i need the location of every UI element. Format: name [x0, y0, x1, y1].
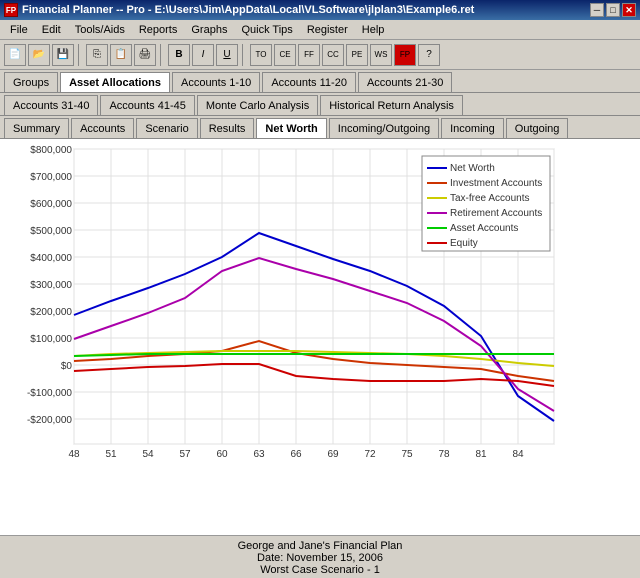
- svg-text:$800,000: $800,000: [30, 145, 72, 156]
- tab-accounts[interactable]: Accounts: [71, 118, 134, 138]
- tb-copy[interactable]: ⎘: [86, 44, 108, 66]
- tb-t3[interactable]: FF: [298, 44, 320, 66]
- tab-accounts-1-10[interactable]: Accounts 1-10: [172, 72, 260, 92]
- svg-text:$600,000: $600,000: [30, 199, 72, 210]
- tb-new[interactable]: 📄: [4, 44, 26, 66]
- svg-text:Investment Accounts: Investment Accounts: [450, 178, 542, 189]
- tb-sep1: [78, 44, 82, 66]
- svg-text:Net Worth: Net Worth: [450, 163, 495, 174]
- svg-text:$400,000: $400,000: [30, 253, 72, 264]
- svg-text:$300,000: $300,000: [30, 280, 72, 291]
- tab-scenario[interactable]: Scenario: [136, 118, 197, 138]
- menu-quick-tips[interactable]: Quick Tips: [235, 23, 298, 37]
- svg-text:$700,000: $700,000: [30, 172, 72, 183]
- footer-line1: George and Jane's Financial Plan: [0, 540, 640, 552]
- tb-t1[interactable]: TO: [250, 44, 272, 66]
- tb-u[interactable]: U: [216, 44, 238, 66]
- tb-t6[interactable]: WS: [370, 44, 392, 66]
- svg-text:63: 63: [253, 449, 265, 460]
- menu-graphs[interactable]: Graphs: [185, 23, 233, 37]
- tab-incoming-outgoing[interactable]: Incoming/Outgoing: [329, 118, 439, 138]
- chart-footer: George and Jane's Financial Plan Date: N…: [0, 535, 640, 578]
- tab-accounts-21-30[interactable]: Accounts 21-30: [358, 72, 452, 92]
- tb-print[interactable]: 🖨: [134, 44, 156, 66]
- svg-text:$200,000: $200,000: [30, 307, 72, 318]
- maximize-button[interactable]: □: [606, 3, 620, 17]
- tb-b[interactable]: B: [168, 44, 190, 66]
- tb-t4[interactable]: CC: [322, 44, 344, 66]
- svg-text:51: 51: [105, 449, 117, 460]
- svg-text:48: 48: [68, 449, 80, 460]
- tab-row-1: Groups Asset Allocations Accounts 1-10 A…: [0, 70, 640, 93]
- svg-text:72: 72: [364, 449, 376, 460]
- tb-sep2: [160, 44, 164, 66]
- tab-summary[interactable]: Summary: [4, 118, 69, 138]
- app-icon: FP: [4, 3, 18, 17]
- tab-results[interactable]: Results: [200, 118, 255, 138]
- minimize-button[interactable]: ─: [590, 3, 604, 17]
- window-title: Financial Planner -- Pro - E:\Users\Jim\…: [22, 4, 474, 16]
- tab-incoming[interactable]: Incoming: [441, 118, 504, 138]
- tab-accounts-41-45[interactable]: Accounts 41-45: [100, 95, 194, 115]
- svg-text:-$200,000: -$200,000: [27, 415, 72, 426]
- svg-text:$0: $0: [61, 361, 73, 372]
- close-button[interactable]: ✕: [622, 3, 636, 17]
- tab-net-worth[interactable]: Net Worth: [256, 118, 326, 138]
- svg-text:84: 84: [512, 449, 524, 460]
- tb-help[interactable]: ?: [418, 44, 440, 66]
- title-bar: FP Financial Planner -- Pro - E:\Users\J…: [0, 0, 640, 20]
- tb-save[interactable]: 💾: [52, 44, 74, 66]
- main-content: $800,000 $700,000 $600,000 $500,000 $400…: [0, 139, 640, 535]
- svg-text:60: 60: [216, 449, 228, 460]
- menu-help[interactable]: Help: [356, 23, 391, 37]
- svg-text:66: 66: [290, 449, 302, 460]
- tb-open[interactable]: 📂: [28, 44, 50, 66]
- tab-accounts-31-40[interactable]: Accounts 31-40: [4, 95, 98, 115]
- svg-text:-$100,000: -$100,000: [27, 388, 72, 399]
- tb-sep3: [242, 44, 246, 66]
- tb-t2[interactable]: CE: [274, 44, 296, 66]
- window-controls[interactable]: ─ □ ✕: [590, 3, 636, 17]
- svg-text:81: 81: [475, 449, 487, 460]
- svg-text:69: 69: [327, 449, 339, 460]
- svg-text:$500,000: $500,000: [30, 226, 72, 237]
- tb-paste[interactable]: 📋: [110, 44, 132, 66]
- tb-t7[interactable]: FP: [394, 44, 416, 66]
- svg-text:78: 78: [438, 449, 450, 460]
- menu-register[interactable]: Register: [301, 23, 354, 37]
- tab-groups[interactable]: Groups: [4, 72, 58, 92]
- menu-edit[interactable]: Edit: [36, 23, 67, 37]
- svg-text:57: 57: [179, 449, 191, 460]
- footer-line3: Worst Case Scenario - 1: [0, 564, 640, 576]
- toolbar: 📄 📂 💾 ⎘ 📋 🖨 B I U TO CE FF CC PE WS FP ?: [0, 40, 640, 70]
- svg-text:54: 54: [142, 449, 154, 460]
- tab-asset-allocations[interactable]: Asset Allocations: [60, 72, 170, 92]
- svg-text:Equity: Equity: [450, 238, 478, 249]
- svg-text:75: 75: [401, 449, 413, 460]
- tab-outgoing[interactable]: Outgoing: [506, 118, 569, 138]
- net-worth-chart: $800,000 $700,000 $600,000 $500,000 $400…: [2, 141, 630, 491]
- menu-bar: File Edit Tools/Aids Reports Graphs Quic…: [0, 20, 640, 40]
- tb-t5[interactable]: PE: [346, 44, 368, 66]
- tb-i[interactable]: I: [192, 44, 214, 66]
- svg-text:Tax-free Accounts: Tax-free Accounts: [450, 193, 529, 204]
- tab-accounts-11-20[interactable]: Accounts 11-20: [262, 72, 356, 92]
- svg-text:Asset Accounts: Asset Accounts: [450, 223, 518, 234]
- tab-monte-carlo[interactable]: Monte Carlo Analysis: [197, 95, 318, 115]
- tab-historical-return[interactable]: Historical Return Analysis: [320, 95, 463, 115]
- svg-text:Retirement Accounts: Retirement Accounts: [450, 208, 542, 219]
- menu-tools[interactable]: Tools/Aids: [69, 23, 131, 37]
- tab-row-3: Summary Accounts Scenario Results Net Wo…: [0, 116, 640, 139]
- tab-row-2: Accounts 31-40 Accounts 41-45 Monte Carl…: [0, 93, 640, 116]
- menu-reports[interactable]: Reports: [133, 23, 184, 37]
- menu-file[interactable]: File: [4, 23, 34, 37]
- svg-text:$100,000: $100,000: [30, 334, 72, 345]
